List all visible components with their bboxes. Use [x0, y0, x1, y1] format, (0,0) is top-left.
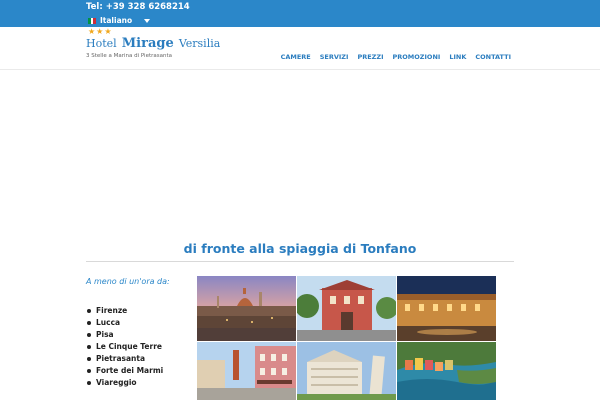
nav-link[interactable]: LINK	[449, 53, 466, 61]
divider	[86, 261, 514, 262]
city-list: Firenze Lucca Pisa Le Cinque Terre Pietr…	[87, 305, 163, 389]
city-name: Viareggio	[96, 378, 137, 387]
language-selector[interactable]: Italiano	[88, 15, 151, 26]
coastal-village-icon	[397, 342, 496, 400]
photo-pietrasanta[interactable]	[197, 342, 296, 400]
photo-pisa[interactable]	[297, 342, 396, 400]
photo-firenze[interactable]	[197, 276, 296, 341]
main-nav: CAMERE SERVIZI PREZZI PROMOZIONI LINK CO…	[281, 53, 511, 61]
intro-text: A meno di un'ora da:	[86, 277, 170, 286]
site-header: ★★★ Hotel Mirage Versilia 3 Stelle a Mar…	[0, 27, 600, 70]
chevron-down-icon	[144, 18, 151, 23]
city-name: Forte dei Marmi	[96, 366, 164, 375]
city-name: Firenze	[96, 306, 128, 315]
city-name: Pisa	[96, 330, 114, 339]
logo-word-mirage: Mirage	[121, 36, 174, 51]
list-item: Forte dei Marmi	[87, 365, 163, 377]
bullet-icon	[87, 333, 91, 337]
nav-prezzi[interactable]: PREZZI	[357, 53, 383, 61]
city-name: Pietrasanta	[96, 354, 146, 363]
photo-lucca[interactable]	[297, 276, 396, 341]
photo-lucca-night[interactable]	[397, 276, 496, 341]
list-item: Viareggio	[87, 377, 163, 389]
nav-camere[interactable]: CAMERE	[281, 53, 311, 61]
lucca-street-icon	[297, 276, 396, 341]
page-headline: di fronte alla spiaggia di Tonfano	[183, 241, 417, 256]
nav-servizi[interactable]: SERVIZI	[320, 53, 349, 61]
logo-word-versilia: Versilia	[178, 37, 221, 50]
italy-flag-icon	[88, 17, 97, 24]
photo-cinque-terre[interactable]	[397, 342, 496, 400]
tagline: 3 Stelle a Marina di Pietrasanta	[86, 53, 173, 59]
list-item: Le Cinque Terre	[87, 341, 163, 353]
bullet-icon	[87, 381, 91, 385]
nav-promozioni[interactable]: PROMOZIONI	[393, 53, 441, 61]
piazza-night-icon	[397, 276, 496, 341]
logo-word-hotel: Hotel	[86, 37, 117, 50]
phone-number[interactable]: Tel: +39 328 6268214	[86, 2, 190, 12]
bullet-icon	[87, 345, 91, 349]
list-item: Firenze	[87, 305, 163, 317]
bullet-icon	[87, 309, 91, 313]
town-street-icon	[197, 342, 296, 400]
florence-skyline-icon	[197, 276, 296, 341]
language-label: Italiano	[100, 16, 133, 25]
list-item: Pisa	[87, 329, 163, 341]
nav-contatti[interactable]: CONTATTI	[475, 53, 511, 61]
bullet-icon	[87, 321, 91, 325]
hotel-logo[interactable]: Hotel Mirage Versilia	[86, 35, 220, 51]
bullet-icon	[87, 369, 91, 373]
pisa-cathedral-icon	[297, 342, 396, 400]
list-item: Pietrasanta	[87, 353, 163, 365]
top-bar: Tel: +39 328 6268214 Italiano	[0, 0, 600, 27]
bullet-icon	[87, 357, 91, 361]
city-name: Lucca	[96, 318, 121, 327]
city-name: Le Cinque Terre	[96, 342, 162, 351]
list-item: Lucca	[87, 317, 163, 329]
